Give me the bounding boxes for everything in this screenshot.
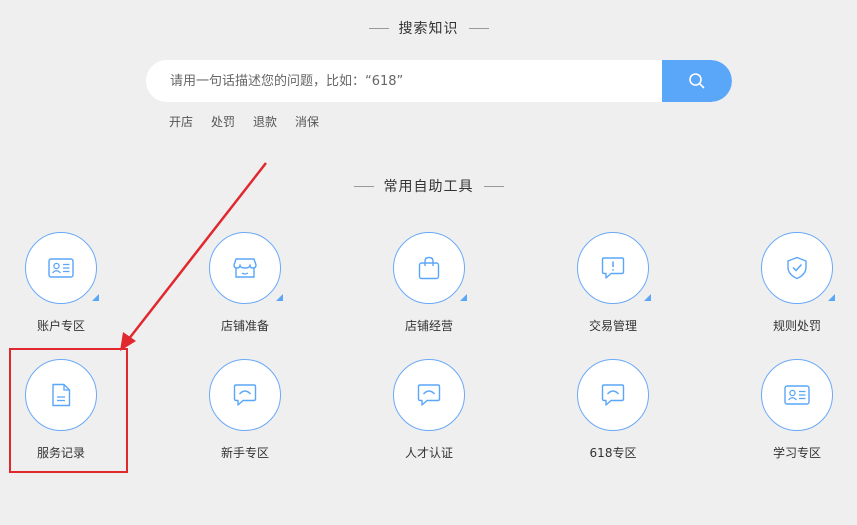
annotation-arrow <box>120 162 267 351</box>
